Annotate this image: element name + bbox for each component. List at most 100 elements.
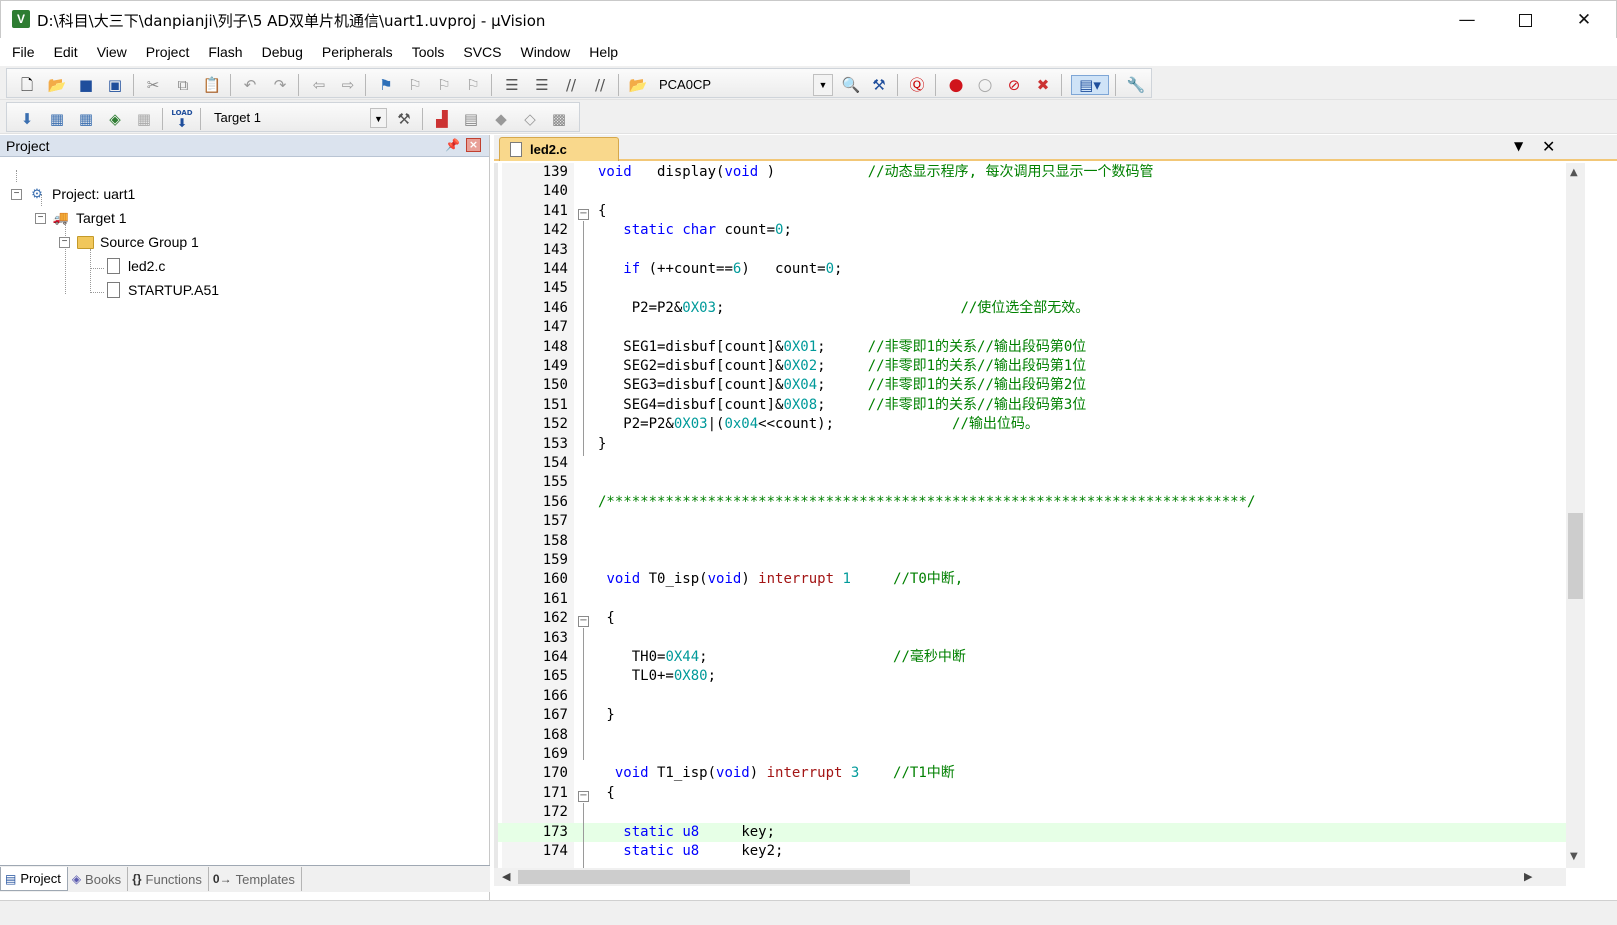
menu-debug[interactable]: Debug <box>262 44 303 60</box>
fold-toggle-icon[interactable]: − <box>578 616 589 627</box>
code-line[interactable]: 157 <box>498 512 1566 531</box>
undo-icon[interactable]: ↶ <box>240 75 260 95</box>
tree-item-project[interactable]: − ⚙ Project: uart1 <box>11 183 135 205</box>
scrollbar-thumb[interactable] <box>1568 513 1583 599</box>
fold-toggle-icon[interactable]: − <box>578 209 589 220</box>
code-line[interactable]: 139 void display(void ) //动态显示程序, 每次调用只显示… <box>498 163 1566 182</box>
copy-icon[interactable]: ⧉ <box>173 75 193 95</box>
manage-components-icon[interactable]: ▟ <box>432 109 452 129</box>
tab-templates[interactable]: 0→ Templates <box>209 867 302 891</box>
code-line[interactable]: 162 { <box>498 609 1566 628</box>
code-line[interactable]: 167 } <box>498 706 1566 725</box>
stop-build-icon[interactable]: ▦ <box>134 109 154 129</box>
pin-icon[interactable]: 📌 <box>445 138 460 152</box>
close-panel-icon[interactable]: × <box>466 138 481 152</box>
code-line[interactable]: 142 static char count=0; <box>498 221 1566 240</box>
select-packs-icon[interactable]: ▤ <box>461 109 481 129</box>
collapse-icon[interactable]: − <box>35 212 46 224</box>
configure-icon[interactable]: 🔧 <box>1126 75 1146 95</box>
build-icon[interactable]: ▦ <box>47 109 67 129</box>
maximize-button[interactable] <box>1501 1 1549 39</box>
target-options-icon[interactable]: ⚒ <box>394 109 414 129</box>
manage-rte-icon[interactable]: ◆ <box>491 109 511 129</box>
tree-item-file[interactable]: STARTUP.A51 <box>104 279 219 301</box>
scroll-right-icon[interactable]: ▶ <box>1524 870 1532 883</box>
menu-window[interactable]: Window <box>521 44 571 60</box>
translate-icon[interactable]: ⬇ <box>17 109 37 129</box>
code-line[interactable]: 147 <box>498 318 1566 337</box>
menu-project[interactable]: Project <box>146 44 190 60</box>
enable-breakpoint-icon[interactable]: ○ <box>975 75 995 95</box>
disable-breakpoints-icon[interactable]: ⊘ <box>1004 75 1024 95</box>
bookmark-icon[interactable]: ⚑ <box>376 75 396 95</box>
code-line[interactable]: 151 SEG4=disbuf[count]&0X08; //非零即1的关系//… <box>498 396 1566 415</box>
code-line[interactable]: 156 /************************************… <box>498 493 1566 512</box>
editor-tab-led2c[interactable]: led2.c <box>499 137 619 161</box>
tab-project[interactable]: ▤ Project <box>0 867 68 891</box>
clear-bookmarks-icon[interactable]: ⚐ <box>463 75 483 95</box>
indent-icon[interactable]: ☰ <box>502 75 522 95</box>
code-line[interactable]: 170 void T1_isp(void) interrupt 3 //T1中断 <box>498 764 1566 783</box>
collapse-icon[interactable]: − <box>59 236 70 248</box>
minimize-button[interactable]: — <box>1443 1 1491 39</box>
code-line[interactable]: 171 { <box>498 784 1566 803</box>
close-tab-icon[interactable]: ✕ <box>1542 137 1555 156</box>
scroll-up-icon[interactable]: ▲ <box>1570 167 1578 178</box>
debug-session-icon[interactable]: Ⓠ <box>907 75 927 95</box>
incremental-find-icon[interactable]: ⚒ <box>869 75 889 95</box>
scroll-down-icon[interactable]: ▼ <box>1570 851 1578 862</box>
pack-installer-icon[interactable]: ◇ <box>520 109 540 129</box>
find-combo[interactable]: PCA0CP <box>659 74 829 96</box>
code-line[interactable]: 145 <box>498 279 1566 298</box>
code-line[interactable]: 161 <box>498 590 1566 609</box>
code-line[interactable]: 155 <box>498 473 1566 492</box>
code-line[interactable]: 158 <box>498 532 1566 551</box>
next-bookmark-icon[interactable]: ⚐ <box>434 75 454 95</box>
menu-flash[interactable]: Flash <box>208 44 242 60</box>
code-editor[interactable]: 139 void display(void ) //动态显示程序, 每次调用只显示… <box>494 163 1566 868</box>
navigate-forward-icon[interactable]: ⇨ <box>338 75 358 95</box>
paste-icon[interactable]: 📋 <box>202 75 222 95</box>
rebuild-icon[interactable]: ▦ <box>76 109 96 129</box>
new-file-icon[interactable]: 🗋 <box>17 75 37 95</box>
close-window-button[interactable]: ✕ <box>1560 1 1608 39</box>
scroll-left-icon[interactable]: ◀ <box>502 870 510 883</box>
tab-functions[interactable]: {} Functions <box>128 867 209 891</box>
menu-help[interactable]: Help <box>589 44 618 60</box>
code-line[interactable]: 166 <box>498 687 1566 706</box>
code-line[interactable]: 169 <box>498 745 1566 764</box>
open-file-icon[interactable]: 📂 <box>47 75 67 95</box>
code-line[interactable]: 163 <box>498 629 1566 648</box>
menu-peripherals[interactable]: Peripherals <box>322 44 393 60</box>
code-line[interactable]: 168 <box>498 726 1566 745</box>
horizontal-scrollbar[interactable]: ◀ ▶ <box>494 868 1566 886</box>
find-icon[interactable]: 🔍 <box>841 75 861 95</box>
code-line[interactable]: 140 <box>498 182 1566 201</box>
code-line[interactable]: 154 <box>498 454 1566 473</box>
save-all-icon[interactable]: ▣ <box>105 75 125 95</box>
code-line[interactable]: 149 SEG2=disbuf[count]&0X02; //非零即1的关系//… <box>498 357 1566 376</box>
code-line[interactable]: 144 if (++count==6) count=0; <box>498 260 1566 279</box>
device-database-icon[interactable]: ▩ <box>549 109 569 129</box>
navigate-back-icon[interactable]: ⇦ <box>309 75 329 95</box>
download-icon[interactable]: LOAD ⬇ <box>171 109 192 129</box>
tree-item-file[interactable]: led2.c <box>104 255 165 277</box>
find-in-files-icon[interactable]: 📂 <box>628 75 648 95</box>
code-line[interactable]: 143 <box>498 241 1566 260</box>
menu-svcs[interactable]: SVCS <box>463 44 501 60</box>
batch-build-icon[interactable]: ◈ <box>105 109 125 129</box>
target-select[interactable]: Target 1 ▼ <box>207 108 387 130</box>
code-line[interactable]: 150 SEG3=disbuf[count]&0X04; //非零即1的关系//… <box>498 376 1566 395</box>
uncomment-icon[interactable]: // <box>590 75 610 95</box>
menu-view[interactable]: View <box>97 44 127 60</box>
insert-breakpoint-icon[interactable]: ● <box>946 75 966 95</box>
menu-tools[interactable]: Tools <box>412 44 445 60</box>
code-line[interactable]: 164 TH0=0X44; //毫秒中断 <box>498 648 1566 667</box>
fold-toggle-icon[interactable]: − <box>578 791 589 802</box>
collapse-icon[interactable]: − <box>11 188 22 200</box>
window-layout-icon[interactable]: ▤▾ <box>1071 75 1109 95</box>
comment-icon[interactable]: // <box>561 75 581 95</box>
code-line[interactable]: 153} <box>498 435 1566 454</box>
code-line[interactable]: 146 P2=P2&0X03; //使位选全部无效。 <box>498 299 1566 318</box>
code-line[interactable]: 141 { <box>498 202 1566 221</box>
